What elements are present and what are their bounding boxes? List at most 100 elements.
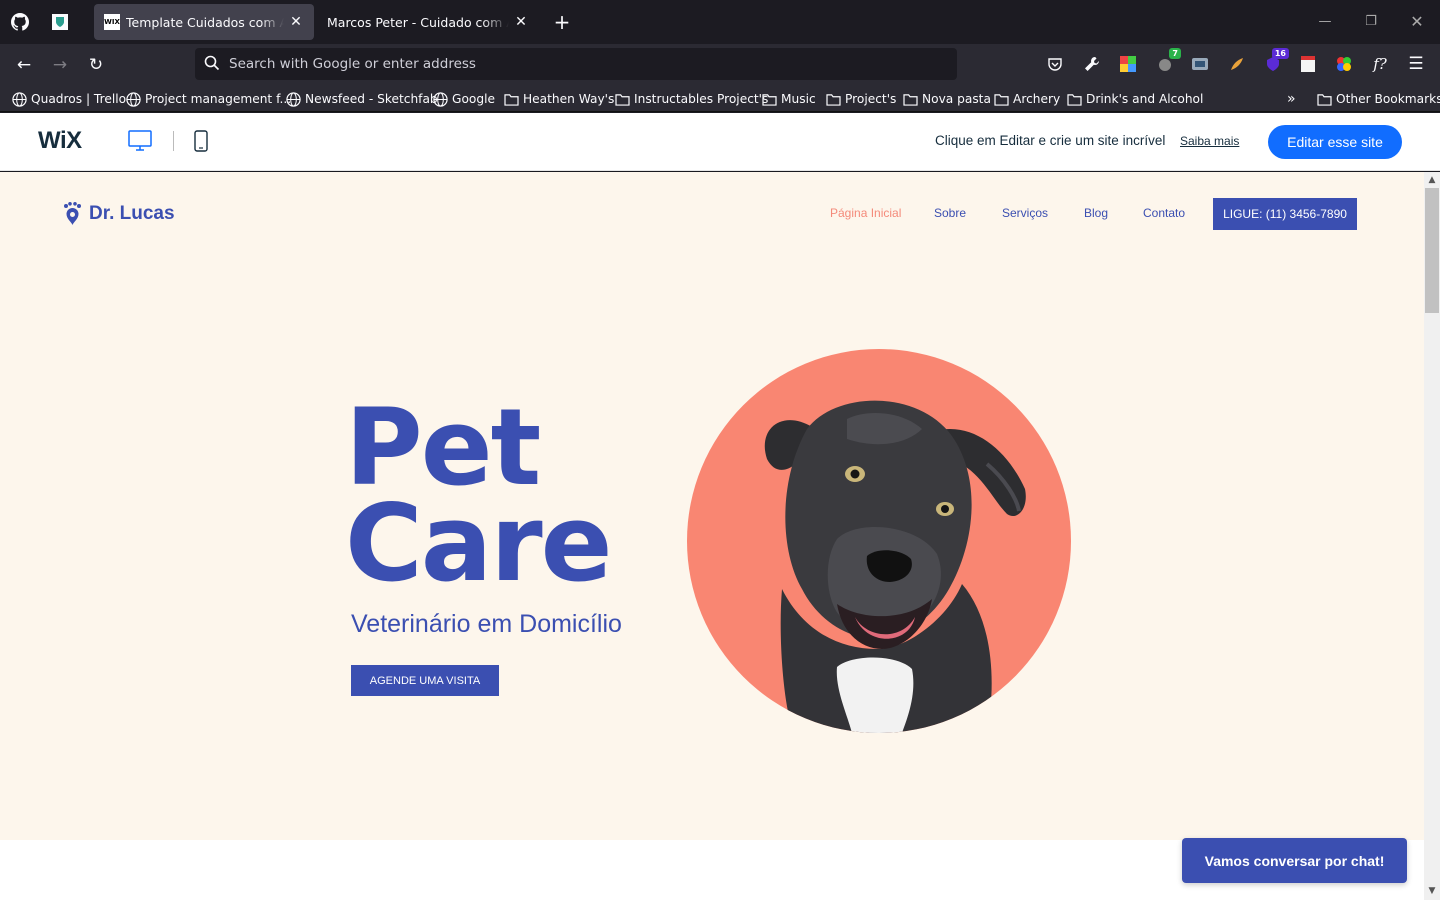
address-placeholder: Search with Google or enter address — [229, 56, 476, 72]
bookmark-label: Newsfeed - Sketchfab — [305, 92, 438, 106]
site-viewport: Dr. Lucas Página Inicial Sobre Serviços … — [0, 172, 1424, 900]
nav-services[interactable]: Serviços — [1002, 206, 1048, 220]
bookmark-label: Google — [452, 92, 495, 106]
folder-icon — [615, 93, 630, 106]
wix-preview-bar: WiX Clique em Editar e crie um site incr… — [0, 113, 1440, 171]
hero-subtitle: Veterinário em Domicílio — [351, 610, 622, 638]
shield-badge-icon[interactable]: 16 — [1263, 48, 1289, 74]
shield-badge-count: 16 — [1271, 48, 1289, 59]
globe-icon — [126, 91, 141, 107]
github-icon — [11, 13, 29, 31]
bookmark-sketchfab[interactable]: Newsfeed - Sketchfab — [286, 90, 438, 108]
bookmark-folder-music[interactable]: Music — [762, 90, 816, 108]
chevron-double-right-icon[interactable]: » — [1287, 90, 1296, 108]
bookmark-folder-nova-pasta[interactable]: Nova pasta — [903, 90, 991, 108]
scroll-up-icon[interactable]: ▲ — [1424, 172, 1440, 188]
color-grid-icon[interactable] — [1118, 54, 1138, 74]
screenshot-icon[interactable] — [1190, 54, 1210, 74]
other-bookmarks-label: Other Bookmarks — [1336, 92, 1440, 106]
bookmark-label: Drink's and Alcohol — [1086, 92, 1204, 106]
tab-title: Marcos Peter - Cuidado com Animais — [327, 14, 509, 30]
bookmark-label: Instructables Project's — [634, 92, 769, 106]
tab-title: Template Cuidados com Animais — [126, 14, 284, 30]
folder-icon — [903, 93, 918, 106]
pocket-icon[interactable] — [1045, 54, 1065, 74]
nav-about[interactable]: Sobre — [934, 206, 966, 220]
dog-photo-circle — [687, 349, 1071, 733]
mobile-view-icon[interactable] — [194, 130, 208, 156]
menu-icon[interactable]: ☰ — [1406, 54, 1426, 74]
wix-logo: WiX — [38, 127, 82, 154]
hero-title-care: Care — [345, 482, 612, 605]
folder-icon — [1317, 93, 1332, 106]
bookmark-label: Quadros | Trello — [31, 92, 127, 106]
edit-site-button[interactable]: Editar esse site — [1268, 125, 1402, 159]
learn-more-link[interactable]: Saiba mais — [1180, 134, 1239, 148]
folder-icon — [504, 93, 519, 106]
bookmark-label: Project's — [845, 92, 897, 106]
minimize-icon[interactable]: — — [1313, 10, 1337, 34]
folder-icon — [1067, 93, 1082, 106]
pinned-tab-shield[interactable] — [48, 10, 72, 34]
bookmark-google[interactable]: Google — [433, 90, 495, 108]
back-arrow-icon[interactable]: ← — [12, 53, 36, 77]
font-finder-icon[interactable]: f? — [1370, 54, 1390, 74]
site-brand[interactable]: Dr. Lucas — [63, 202, 175, 226]
globe-icon — [433, 91, 448, 107]
wix-edit-message: Clique em Editar e crie um site incrível — [935, 133, 1166, 148]
bookmark-folder-drinks[interactable]: Drink's and Alcohol — [1067, 90, 1203, 108]
globe-icon — [12, 91, 27, 107]
brush-icon[interactable] — [1227, 54, 1247, 74]
bookmark-label: Music — [781, 92, 816, 106]
other-bookmarks[interactable]: Other Bookmarks — [1317, 90, 1440, 108]
nav-contact[interactable]: Contato — [1143, 206, 1185, 220]
bookmark-project-management[interactable]: Project management f... — [126, 90, 291, 108]
folder-icon — [762, 93, 777, 106]
wrench-icon[interactable] — [1082, 54, 1102, 74]
desktop-view-icon[interactable] — [128, 130, 152, 156]
bookmark-trello[interactable]: Quadros | Trello — [12, 90, 126, 108]
color-wheel-icon[interactable] — [1334, 54, 1354, 74]
call-button[interactable]: LIGUE: (11) 3456-7890 — [1213, 198, 1357, 230]
close-icon[interactable]: ✕ — [513, 14, 529, 30]
folder-icon — [994, 93, 1009, 106]
folder-icon — [826, 93, 841, 106]
extension-badge-icon[interactable]: 7 — [1155, 48, 1181, 74]
extension-badge-count: 7 — [1169, 48, 1181, 59]
github-pinned-tab[interactable] — [8, 10, 32, 34]
scroll-down-icon[interactable]: ▼ — [1424, 883, 1440, 899]
reload-icon[interactable]: ↻ — [84, 53, 108, 77]
new-tab-button[interactable]: + — [550, 10, 574, 34]
browser-tab-strip: WIX Template Cuidados com Animais ✕ Marc… — [0, 0, 1440, 44]
tab-marcos-peter[interactable]: Marcos Peter - Cuidado com Animais ✕ — [317, 4, 539, 40]
paw-pin-icon — [64, 202, 81, 225]
wix-favicon-icon: WIX — [104, 14, 120, 30]
navigation-toolbar: ← → ↻ Search with Google or enter addres… — [0, 44, 1440, 86]
divider — [173, 131, 174, 151]
restore-icon[interactable]: ❐ — [1359, 10, 1383, 34]
bookmark-label: Nova pasta — [922, 92, 991, 106]
scrollbar-thumb[interactable] — [1425, 188, 1439, 313]
bookmarks-toolbar: Quadros | Trello Project management f...… — [0, 86, 1440, 112]
bookmark-folder-instructables[interactable]: Instructables Project's — [615, 90, 768, 108]
bookmark-label: Heathen Way's — [523, 92, 615, 106]
nav-blog[interactable]: Blog — [1084, 206, 1108, 220]
chat-button[interactable]: Vamos conversar por chat! — [1182, 838, 1407, 883]
bookmark-label: Archery — [1013, 92, 1061, 106]
brand-name: Dr. Lucas — [89, 203, 175, 224]
close-window-icon[interactable]: ✕ — [1405, 10, 1429, 34]
nav-home[interactable]: Página Inicial — [830, 206, 901, 220]
search-icon — [204, 55, 220, 71]
bookmark-folder-projects[interactable]: Project's — [826, 90, 896, 108]
bookmark-folder-archery[interactable]: Archery — [994, 90, 1060, 108]
forward-arrow-icon[interactable]: → — [48, 53, 72, 77]
tab-template-cuidados[interactable]: WIX Template Cuidados com Animais ✕ — [94, 4, 314, 40]
bookmark-label: Project management f... — [145, 92, 292, 106]
note-icon[interactable] — [1298, 54, 1318, 74]
dog-illustration — [764, 400, 1026, 733]
schedule-visit-button[interactable]: AGENDE UMA VISITA — [351, 665, 499, 696]
globe-icon — [286, 91, 301, 107]
bookmark-folder-heathen[interactable]: Heathen Way's — [504, 90, 614, 108]
address-bar[interactable]: Search with Google or enter address — [195, 48, 957, 80]
close-icon[interactable]: ✕ — [288, 14, 304, 30]
